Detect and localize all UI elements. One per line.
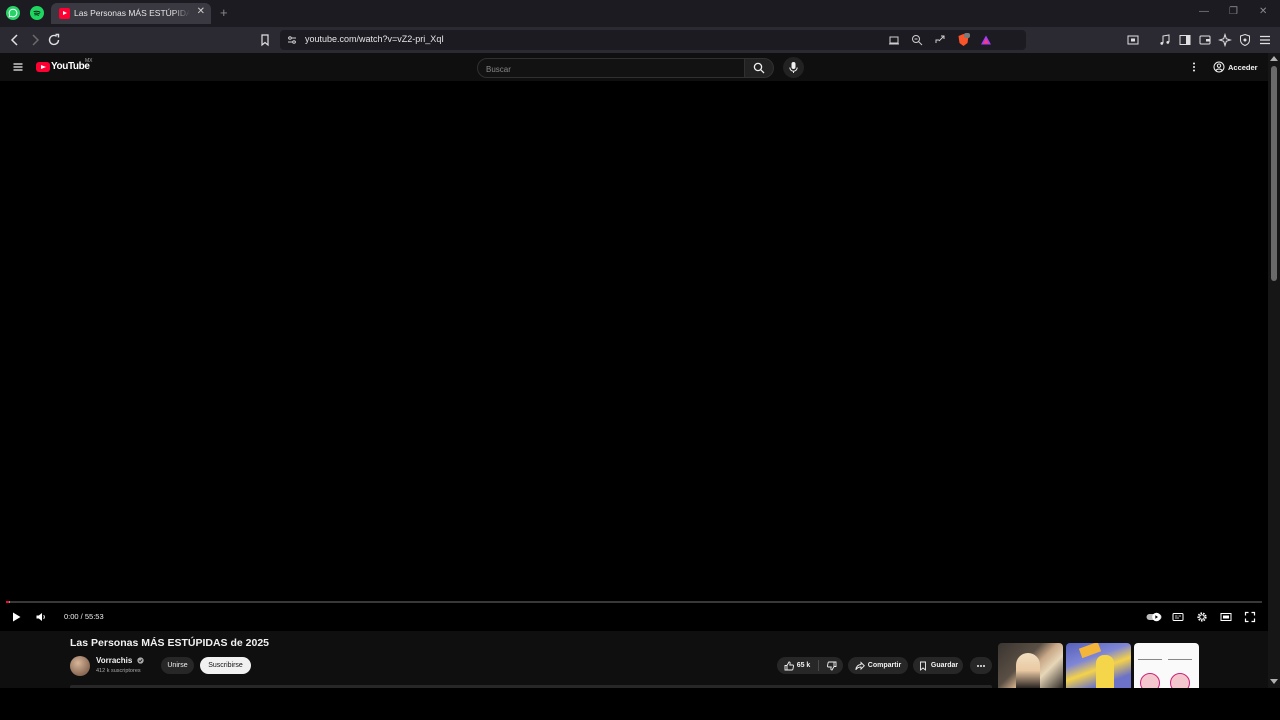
subscriber-count: 412 k suscriptores (96, 668, 141, 674)
like-count: 65 k (796, 662, 811, 669)
tab-title: Las Personas MÁS ESTÚPIDAS de 2025 (74, 8, 190, 18)
more-actions-button[interactable] (970, 657, 992, 674)
signin-button[interactable]: Acceder (1209, 58, 1264, 76)
sidebar-icon[interactable] (1178, 33, 1192, 47)
thumbnail-accent-shape (1078, 643, 1102, 659)
progress-bar[interactable] (6, 601, 1262, 603)
settings-dots-icon[interactable] (1188, 61, 1200, 73)
autoplay-toggle-icon[interactable] (1146, 611, 1162, 623)
browser-tab-strip: Las Personas MÁS ESTÚPIDAS de 2025 ✕ + —… (0, 0, 1280, 27)
address-bar[interactable]: youtube.com/watch?v=vZ2-pri_XqI (280, 30, 1026, 50)
signin-label: Acceder (1228, 62, 1258, 72)
subtitles-icon[interactable] (1172, 611, 1184, 623)
scroll-down-arrow-icon[interactable] (1270, 679, 1278, 684)
wallet-icon[interactable] (1198, 33, 1212, 47)
save-button[interactable]: Guardar (913, 657, 963, 674)
spotify-icon[interactable] (30, 6, 44, 20)
account-icon (1213, 61, 1225, 73)
time-display: 0:00 / 55:53 (64, 612, 104, 621)
thumbs-down-icon (826, 661, 836, 670)
voice-search-button[interactable] (783, 57, 804, 78)
vpn-shield-icon[interactable] (1238, 33, 1252, 47)
theater-mode-icon[interactable] (1220, 611, 1232, 623)
search-box (477, 58, 745, 78)
browser-menu-icon[interactable] (1258, 33, 1272, 47)
thumbnail-face-shape (1140, 673, 1160, 688)
thumbnail-face-shape (1170, 673, 1190, 688)
url-text: youtube.com/watch?v=vZ2-pri_XqI (305, 34, 444, 44)
like-divider (818, 660, 819, 671)
brave-shields-icon[interactable] (957, 33, 970, 47)
play-icon[interactable] (10, 611, 22, 623)
subscribe-button[interactable]: Suscribirse (200, 657, 251, 674)
microphone-icon (789, 62, 798, 73)
zoom-out-icon[interactable] (911, 34, 923, 46)
join-button[interactable]: Unirse (161, 657, 194, 674)
more-dots-icon (977, 664, 985, 667)
recommended-video-thumbnail[interactable] (1066, 643, 1131, 688)
search-icon (753, 62, 765, 74)
bookmark-icon[interactable] (258, 33, 272, 47)
minimize-window-icon[interactable]: — (1199, 6, 1209, 17)
guide-menu-icon[interactable] (12, 61, 24, 73)
back-icon[interactable] (8, 33, 22, 47)
like-button[interactable]: 65 k (777, 657, 817, 674)
thumbnail-person-shape (1016, 653, 1040, 688)
volume-icon[interactable] (35, 611, 47, 623)
channel-name-text: Vorrachis (96, 656, 133, 665)
brave-rewards-icon[interactable] (980, 34, 992, 46)
scroll-up-arrow-icon[interactable] (1270, 56, 1278, 61)
cast-icon[interactable] (888, 34, 900, 46)
scrollbar-thumb[interactable] (1271, 66, 1277, 281)
youtube-logo-icon[interactable] (36, 62, 50, 72)
thumbs-up-icon (784, 661, 794, 670)
like-dislike-group: 65 k (777, 657, 843, 674)
thumbnail-line (1138, 659, 1162, 660)
dislike-button[interactable] (820, 657, 843, 674)
progress-played (6, 601, 9, 603)
close-window-icon[interactable]: ✕ (1259, 6, 1267, 17)
site-settings-icon[interactable] (286, 34, 298, 46)
fullscreen-icon[interactable] (1244, 611, 1256, 623)
youtube-header: YouTube MX Acceder (0, 53, 1268, 81)
recommended-video-thumbnail[interactable] (1134, 643, 1199, 688)
search-input[interactable] (484, 61, 738, 77)
thumbnail-cartoon-shape (1096, 655, 1114, 688)
leo-ai-icon[interactable] (1218, 33, 1232, 47)
youtube-logo-text[interactable]: YouTube (51, 61, 90, 72)
whatsapp-icon[interactable] (6, 6, 20, 20)
tab-manager-icon[interactable] (1126, 33, 1140, 47)
reload-icon[interactable] (47, 33, 61, 47)
forward-icon[interactable] (28, 33, 42, 47)
channel-avatar[interactable] (70, 656, 90, 676)
save-bookmark-icon (919, 661, 926, 671)
music-icon[interactable] (1158, 33, 1172, 47)
share-page-icon[interactable] (934, 34, 946, 46)
new-tab-icon[interactable]: + (220, 5, 228, 20)
page-scrollbar[interactable] (1268, 53, 1280, 688)
screen-bottom-edge (0, 688, 1280, 720)
share-label: Compartir (867, 662, 902, 669)
share-button[interactable]: Compartir (848, 657, 908, 674)
region-code: MX (85, 58, 93, 64)
verified-badge-icon (136, 657, 144, 664)
browser-tab-active[interactable]: Las Personas MÁS ESTÚPIDAS de 2025 ✕ (51, 3, 211, 24)
youtube-favicon-icon (59, 8, 70, 19)
channel-name[interactable]: Vorrachis (96, 656, 144, 665)
video-player[interactable]: 0:00 / 55:53 (0, 81, 1268, 631)
restore-window-icon[interactable]: ❐ (1229, 6, 1238, 17)
save-label: Guardar (930, 662, 959, 669)
search-button[interactable] (744, 58, 774, 78)
close-tab-icon[interactable]: ✕ (197, 6, 205, 17)
share-arrow-icon (855, 660, 865, 670)
recommended-video-thumbnail[interactable] (998, 643, 1063, 688)
video-title: Las Personas MÁS ESTÚPIDAS de 2025 (70, 637, 269, 649)
settings-gear-icon[interactable] (1196, 611, 1208, 623)
thumbnail-line (1168, 659, 1192, 660)
browser-toolbar: youtube.com/watch?v=vZ2-pri_XqI (0, 27, 1280, 53)
